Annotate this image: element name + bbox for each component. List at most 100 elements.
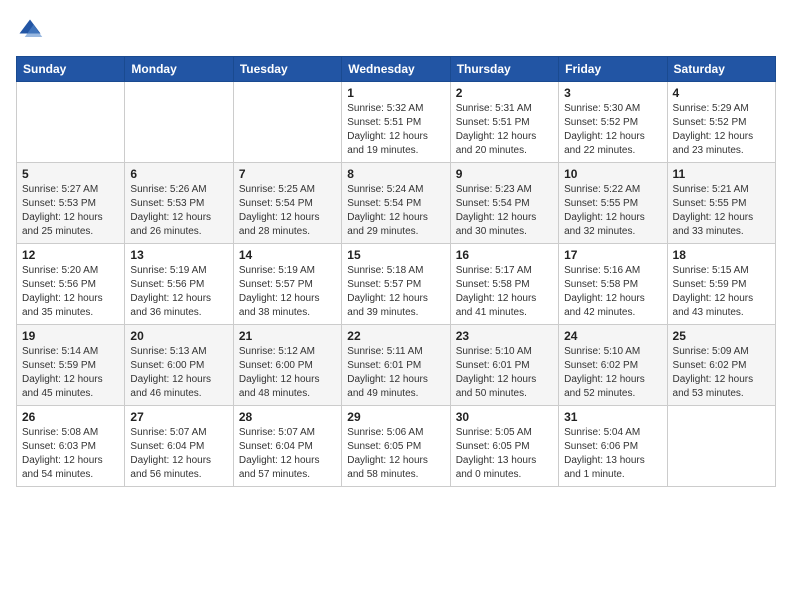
calendar-cell: 2 Sunrise: 5:31 AM Sunset: 5:51 PM Daylig… <box>450 82 558 163</box>
day-info: Sunrise: 5:30 AM Sunset: 5:52 PM Dayligh… <box>564 102 661 158</box>
day-info: Sunrise: 5:10 AM Sunset: 6:02 PM Dayligh… <box>564 345 661 401</box>
day-info: Sunrise: 5:15 AM Sunset: 5:59 PM Dayligh… <box>673 264 770 320</box>
calendar-cell: 12 Sunrise: 5:20 AM Sunset: 5:56 PM Dayli… <box>17 244 125 325</box>
calendar-cell: 26 Sunrise: 5:08 AM Sunset: 6:03 PM Dayli… <box>17 406 125 487</box>
day-number: 15 <box>347 248 444 262</box>
day-info: Sunrise: 5:29 AM Sunset: 5:52 PM Dayligh… <box>673 102 770 158</box>
day-number: 10 <box>564 167 661 181</box>
calendar-cell: 1 Sunrise: 5:32 AM Sunset: 5:51 PM Daylig… <box>342 82 450 163</box>
day-number: 11 <box>673 167 770 181</box>
calendar-cell: 25Sunrise: 5:09 AM Sunset: 6:02 PM Dayli… <box>667 325 775 406</box>
calendar-week-row: 26 Sunrise: 5:08 AM Sunset: 6:03 PM Dayli… <box>17 406 776 487</box>
calendar-cell: 23 Sunrise: 5:10 AM Sunset: 6:01 PM Dayli… <box>450 325 558 406</box>
calendar-week-row: 12 Sunrise: 5:20 AM Sunset: 5:56 PM Dayli… <box>17 244 776 325</box>
day-number: 12 <box>22 248 119 262</box>
calendar-cell <box>233 82 341 163</box>
calendar-cell: 18 Sunrise: 5:15 AM Sunset: 5:59 PM Dayli… <box>667 244 775 325</box>
day-number: 23 <box>456 329 553 343</box>
day-info: Sunrise: 5:32 AM Sunset: 5:51 PM Dayligh… <box>347 102 444 158</box>
day-number: 28 <box>239 410 336 424</box>
calendar-cell: 31 Sunrise: 5:04 AM Sunset: 6:06 PM Dayli… <box>559 406 667 487</box>
day-number: 2 <box>456 86 553 100</box>
weekday-header: Friday <box>559 57 667 82</box>
day-info: Sunrise: 5:26 AM Sunset: 5:53 PM Dayligh… <box>130 183 227 239</box>
day-number: 21 <box>239 329 336 343</box>
calendar-cell: 24 Sunrise: 5:10 AM Sunset: 6:02 PM Dayli… <box>559 325 667 406</box>
day-number: 9 <box>456 167 553 181</box>
day-info: Sunrise: 5:19 AM Sunset: 5:57 PM Dayligh… <box>239 264 336 320</box>
day-number: 7 <box>239 167 336 181</box>
day-info: Sunrise: 5:17 AM Sunset: 5:58 PM Dayligh… <box>456 264 553 320</box>
day-info: Sunrise: 5:06 AM Sunset: 6:05 PM Dayligh… <box>347 426 444 482</box>
calendar-cell <box>667 406 775 487</box>
calendar-cell: 14 Sunrise: 5:19 AM Sunset: 5:57 PM Dayli… <box>233 244 341 325</box>
calendar-cell: 30 Sunrise: 5:05 AM Sunset: 6:05 PM Dayli… <box>450 406 558 487</box>
day-number: 5 <box>22 167 119 181</box>
day-info: Sunrise: 5:07 AM Sunset: 6:04 PM Dayligh… <box>130 426 227 482</box>
day-info: Sunrise: 5:14 AM Sunset: 5:59 PM Dayligh… <box>22 345 119 401</box>
calendar-cell: 17 Sunrise: 5:16 AM Sunset: 5:58 PM Dayli… <box>559 244 667 325</box>
day-number: 14 <box>239 248 336 262</box>
day-info: Sunrise: 5:09 AM Sunset: 6:02 PM Dayligh… <box>673 345 770 401</box>
day-info: Sunrise: 5:16 AM Sunset: 5:58 PM Dayligh… <box>564 264 661 320</box>
weekday-header: Monday <box>125 57 233 82</box>
weekday-header: Saturday <box>667 57 775 82</box>
calendar-cell: 5 Sunrise: 5:27 AM Sunset: 5:53 PM Daylig… <box>17 163 125 244</box>
calendar-week-row: 19 Sunrise: 5:14 AM Sunset: 5:59 PM Dayli… <box>17 325 776 406</box>
day-info: Sunrise: 5:21 AM Sunset: 5:55 PM Dayligh… <box>673 183 770 239</box>
day-info: Sunrise: 5:24 AM Sunset: 5:54 PM Dayligh… <box>347 183 444 239</box>
day-info: Sunrise: 5:23 AM Sunset: 5:54 PM Dayligh… <box>456 183 553 239</box>
weekday-header: Thursday <box>450 57 558 82</box>
day-info: Sunrise: 5:19 AM Sunset: 5:56 PM Dayligh… <box>130 264 227 320</box>
day-number: 19 <box>22 329 119 343</box>
day-number: 3 <box>564 86 661 100</box>
day-number: 31 <box>564 410 661 424</box>
weekday-header-row: SundayMondayTuesdayWednesdayThursdayFrid… <box>17 57 776 82</box>
day-info: Sunrise: 5:11 AM Sunset: 6:01 PM Dayligh… <box>347 345 444 401</box>
logo <box>16 16 48 44</box>
logo-icon <box>16 16 44 44</box>
day-info: Sunrise: 5:04 AM Sunset: 6:06 PM Dayligh… <box>564 426 661 482</box>
calendar-cell: 4 Sunrise: 5:29 AM Sunset: 5:52 PM Daylig… <box>667 82 775 163</box>
calendar-week-row: 5 Sunrise: 5:27 AM Sunset: 5:53 PM Daylig… <box>17 163 776 244</box>
calendar-cell: 13 Sunrise: 5:19 AM Sunset: 5:56 PM Dayli… <box>125 244 233 325</box>
day-info: Sunrise: 5:12 AM Sunset: 6:00 PM Dayligh… <box>239 345 336 401</box>
day-number: 30 <box>456 410 553 424</box>
day-number: 22 <box>347 329 444 343</box>
day-info: Sunrise: 5:10 AM Sunset: 6:01 PM Dayligh… <box>456 345 553 401</box>
day-number: 13 <box>130 248 227 262</box>
calendar-cell: 28Sunrise: 5:07 AM Sunset: 6:04 PM Dayli… <box>233 406 341 487</box>
calendar-cell <box>125 82 233 163</box>
day-info: Sunrise: 5:13 AM Sunset: 6:00 PM Dayligh… <box>130 345 227 401</box>
day-info: Sunrise: 5:22 AM Sunset: 5:55 PM Dayligh… <box>564 183 661 239</box>
day-number: 18 <box>673 248 770 262</box>
day-number: 4 <box>673 86 770 100</box>
calendar-cell: 21 Sunrise: 5:12 AM Sunset: 6:00 PM Dayli… <box>233 325 341 406</box>
day-info: Sunrise: 5:20 AM Sunset: 5:56 PM Dayligh… <box>22 264 119 320</box>
weekday-header: Tuesday <box>233 57 341 82</box>
day-number: 16 <box>456 248 553 262</box>
calendar-cell: 29 Sunrise: 5:06 AM Sunset: 6:05 PM Dayli… <box>342 406 450 487</box>
weekday-header: Sunday <box>17 57 125 82</box>
day-number: 1 <box>347 86 444 100</box>
calendar-cell: 20Sunrise: 5:13 AM Sunset: 6:00 PM Dayli… <box>125 325 233 406</box>
day-number: 24 <box>564 329 661 343</box>
day-number: 26 <box>22 410 119 424</box>
page-header <box>16 16 776 44</box>
calendar-week-row: 1 Sunrise: 5:32 AM Sunset: 5:51 PM Daylig… <box>17 82 776 163</box>
calendar-cell: 6Sunrise: 5:26 AM Sunset: 5:53 PM Daylig… <box>125 163 233 244</box>
day-info: Sunrise: 5:31 AM Sunset: 5:51 PM Dayligh… <box>456 102 553 158</box>
day-number: 29 <box>347 410 444 424</box>
day-info: Sunrise: 5:08 AM Sunset: 6:03 PM Dayligh… <box>22 426 119 482</box>
day-number: 8 <box>347 167 444 181</box>
day-info: Sunrise: 5:25 AM Sunset: 5:54 PM Dayligh… <box>239 183 336 239</box>
calendar-cell: 19 Sunrise: 5:14 AM Sunset: 5:59 PM Dayli… <box>17 325 125 406</box>
calendar-cell: 8 Sunrise: 5:24 AM Sunset: 5:54 PM Daylig… <box>342 163 450 244</box>
day-number: 17 <box>564 248 661 262</box>
calendar-cell: 11 Sunrise: 5:21 AM Sunset: 5:55 PM Dayli… <box>667 163 775 244</box>
day-info: Sunrise: 5:18 AM Sunset: 5:57 PM Dayligh… <box>347 264 444 320</box>
day-info: Sunrise: 5:05 AM Sunset: 6:05 PM Dayligh… <box>456 426 553 482</box>
day-info: Sunrise: 5:27 AM Sunset: 5:53 PM Dayligh… <box>22 183 119 239</box>
calendar-cell: 10 Sunrise: 5:22 AM Sunset: 5:55 PM Dayli… <box>559 163 667 244</box>
calendar-cell <box>17 82 125 163</box>
